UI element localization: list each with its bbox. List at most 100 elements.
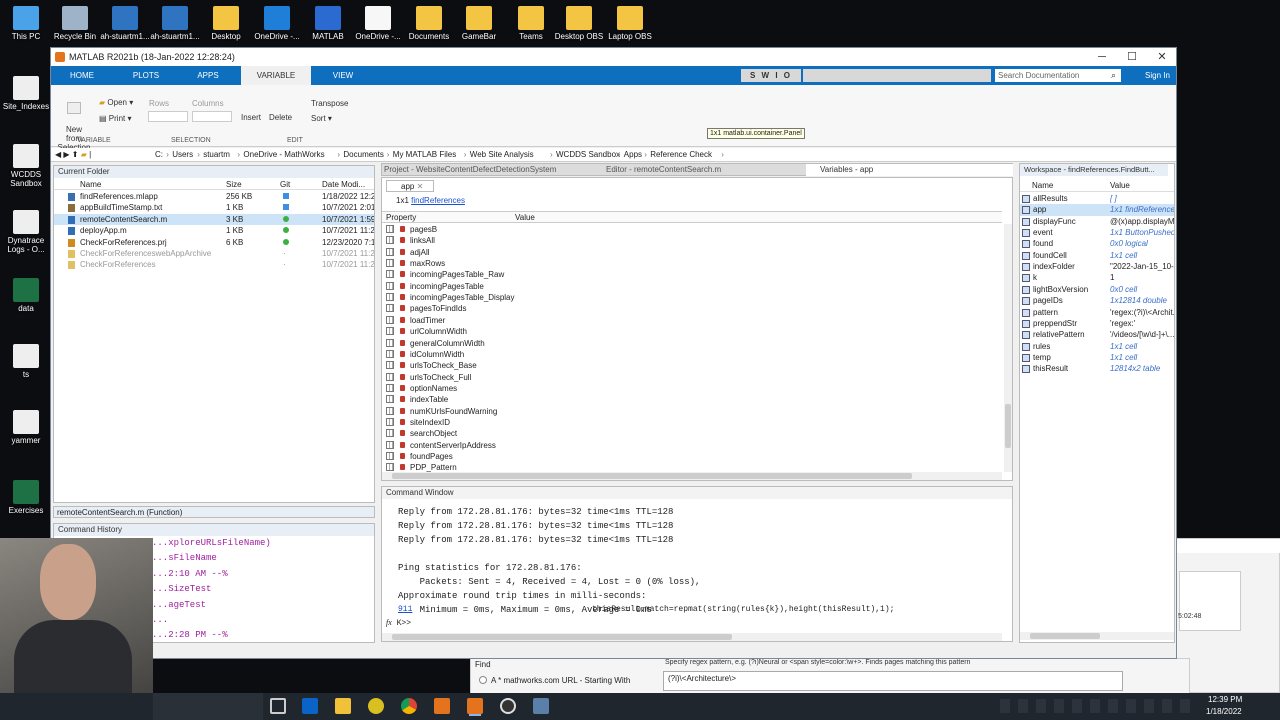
history-line[interactable]: ...2:28 PM --% xyxy=(152,630,374,641)
address-bar[interactable]: ◀ ▶ ⬆ ▰ | C: › Users › stuartm › OneDrive - Mat… xyxy=(51,148,1176,162)
desktop-icon[interactable]: Teams xyxy=(505,6,557,41)
breadcrumb-item[interactable]: My MATLAB Files xyxy=(393,148,456,162)
pattern-input[interactable]: (?i)\<Architecture\> xyxy=(663,671,1123,691)
property-row[interactable]: generalColumnWidth xyxy=(386,338,1002,349)
history-line[interactable]: ...sFileName xyxy=(152,553,374,564)
breadcrumb-item[interactable]: OneDrive - MathWorks xyxy=(243,148,324,162)
workspace-hscroll[interactable] xyxy=(1020,632,1174,640)
remote-desktop-icon[interactable] xyxy=(533,698,549,714)
desktop-icon[interactable]: Site_Indexes xyxy=(0,76,52,111)
desktop-icon[interactable]: Dynatrace Logs - O... xyxy=(0,210,52,254)
tab-view[interactable]: VIEW xyxy=(321,66,365,85)
up-folder-icon[interactable]: ⬆ xyxy=(72,150,79,159)
property-row[interactable]: linksAll xyxy=(386,235,1002,246)
forward-icon[interactable]: ▶ xyxy=(63,150,69,159)
history-line[interactable]: ...xploreURLsFileName) xyxy=(152,538,374,549)
property-row[interactable]: siteIndexID xyxy=(386,417,1002,428)
property-row[interactable]: pagesToFindIds xyxy=(386,303,1002,314)
command-hscroll[interactable] xyxy=(382,633,1002,641)
breadcrumb-item[interactable]: WCDDS Sandbox xyxy=(556,148,620,162)
desktop-icon[interactable]: Exercises xyxy=(0,480,52,515)
desktop-icon[interactable]: GameBar xyxy=(453,6,505,41)
file-row[interactable]: CheckForReferenceswebAppArchive · 10/7/202… xyxy=(54,248,374,259)
property-row[interactable]: searchObject xyxy=(386,428,1002,439)
property-row[interactable]: urlsToCheck_Base xyxy=(386,360,1002,371)
close-button[interactable]: ✕ xyxy=(1147,48,1176,66)
maximize-button[interactable]: ☐ xyxy=(1117,48,1147,66)
history-line[interactable]: ...SizeTest xyxy=(152,584,374,595)
property-row[interactable]: idColumnWidth xyxy=(386,349,1002,360)
error-line-link[interactable]: 911 xyxy=(398,605,412,614)
breadcrumb-item[interactable]: Web Site Analysis xyxy=(470,148,534,162)
workspace-var-row[interactable]: lightBoxVersion 0x0 cell xyxy=(1020,284,1174,295)
workspace-var-row[interactable]: pageIDs 1x12814 double xyxy=(1020,295,1174,306)
variable-tab-app[interactable]: app ✕ xyxy=(386,180,434,192)
workspace-var-row[interactable]: found 0x0 logical xyxy=(1020,238,1174,249)
tab-editor[interactable]: Editor - remoteContentSearch.m xyxy=(594,164,802,176)
desktop-icon[interactable]: ts xyxy=(0,344,52,379)
tab-variable[interactable]: VARIABLE xyxy=(241,66,311,85)
property-row[interactable]: indexTable xyxy=(386,394,1002,405)
workspace-var-row[interactable]: k1 xyxy=(1020,272,1174,283)
breadcrumb-item[interactable]: Reference Check xyxy=(650,148,712,162)
desktop-icon[interactable]: OneDrive -... xyxy=(251,6,303,41)
matlab-taskbar-icon[interactable] xyxy=(434,698,450,714)
history-line[interactable]: ... xyxy=(152,615,374,626)
find-option-radio[interactable] xyxy=(479,676,487,684)
search-icon[interactable]: ⌕ xyxy=(1111,70,1116,81)
workspace-var-row[interactable]: relativePattern '/videos/[\w\d-]+\... xyxy=(1020,329,1174,340)
col-size[interactable]: Size xyxy=(226,179,242,190)
col-ws-value[interactable]: Value xyxy=(1110,180,1130,191)
search-documentation-input[interactable]: Search Documentation xyxy=(995,69,1121,82)
col-ws-name[interactable]: Name xyxy=(1032,180,1053,191)
variable-class-link[interactable]: findReferences xyxy=(411,196,465,205)
desktop-icon[interactable]: yammer xyxy=(0,410,52,445)
file-explorer-icon[interactable] xyxy=(335,698,351,714)
transpose-button[interactable]: Transpose xyxy=(311,99,349,108)
desktop-icon[interactable]: MATLAB xyxy=(302,6,354,41)
history-line[interactable]: ...ageTest xyxy=(152,600,374,611)
delete-button[interactable]: Delete xyxy=(269,113,292,122)
chrome-icon[interactable] xyxy=(401,698,417,714)
sign-in-link[interactable]: Sign In xyxy=(1145,66,1170,85)
task-view-icon[interactable] xyxy=(270,698,286,714)
obs-icon[interactable] xyxy=(500,698,516,714)
property-row[interactable]: maxRows xyxy=(386,258,1002,269)
property-row[interactable]: numKUrlsFoundWarning xyxy=(386,406,1002,417)
workspace-var-row[interactable]: preppendStr 'regex:' xyxy=(1020,318,1174,329)
file-row[interactable]: CheckForReferences · 10/7/2021 11:2... xyxy=(54,259,374,270)
workspace-var-row[interactable]: allResults [ ] xyxy=(1020,193,1174,204)
workspace-var-row[interactable]: thisResult 12814x2 table xyxy=(1020,363,1174,374)
workspace-var-row[interactable]: displayFunc @(x)app.displayM... xyxy=(1020,216,1174,227)
property-row[interactable]: incomingPagesTable_Display xyxy=(386,292,1002,303)
desktop-icon[interactable]: Recycle Bin xyxy=(49,6,101,41)
sort-button[interactable]: Sort ▾ xyxy=(311,114,332,123)
clock-time[interactable]: 12:39 PM xyxy=(1208,695,1242,704)
property-row[interactable]: adjAll xyxy=(386,247,1002,258)
command-prompt[interactable]: fx K>> xyxy=(386,618,986,628)
tab-apps[interactable]: APPS xyxy=(185,66,231,85)
back-icon[interactable]: ◀ xyxy=(55,150,61,159)
col-date[interactable]: Date Modi... xyxy=(322,179,365,190)
file-row[interactable]: remoteContentSearch.m 3 KB 10/7/2021 1:59.… xyxy=(54,213,374,226)
col-property[interactable]: Property xyxy=(386,212,416,223)
property-row[interactable]: urlColumnWidth xyxy=(386,326,1002,337)
open-button[interactable]: ▰ Open ▾ xyxy=(99,98,133,107)
workspace-var-row[interactable]: app 1x1 findReferences xyxy=(1020,204,1174,216)
workspace-var-row[interactable]: foundCell 1x1 cell xyxy=(1020,250,1174,261)
desktop-icon[interactable]: This PC xyxy=(0,6,52,41)
nav-buttons[interactable]: ◀ ▶ ⬆ ▰ | xyxy=(55,148,91,162)
desktop-icon[interactable]: WCDDS Sandbox xyxy=(0,144,52,188)
columns-input[interactable] xyxy=(192,111,232,122)
quick-access-toolbar[interactable]: S W I O xyxy=(741,69,801,82)
variables-scrollbar[interactable] xyxy=(1004,224,1012,472)
desktop-icon[interactable]: Documents xyxy=(403,6,455,41)
workspace-var-row[interactable]: indexFolder "2022-Jan-15_10-1... xyxy=(1020,261,1174,272)
desktop-icon[interactable]: OneDrive -... xyxy=(352,6,404,41)
desktop-icon[interactable]: data xyxy=(0,278,52,313)
breadcrumb-item[interactable]: Documents xyxy=(343,148,383,162)
variables-hscroll[interactable] xyxy=(382,472,1002,480)
desktop-icon[interactable]: ah-stuartm1... xyxy=(99,6,151,41)
file-row[interactable]: CheckForReferences.prj 6 KB 12/23/2020 7:1… xyxy=(54,237,374,248)
desktop-icon[interactable]: Desktop OBS xyxy=(553,6,605,41)
